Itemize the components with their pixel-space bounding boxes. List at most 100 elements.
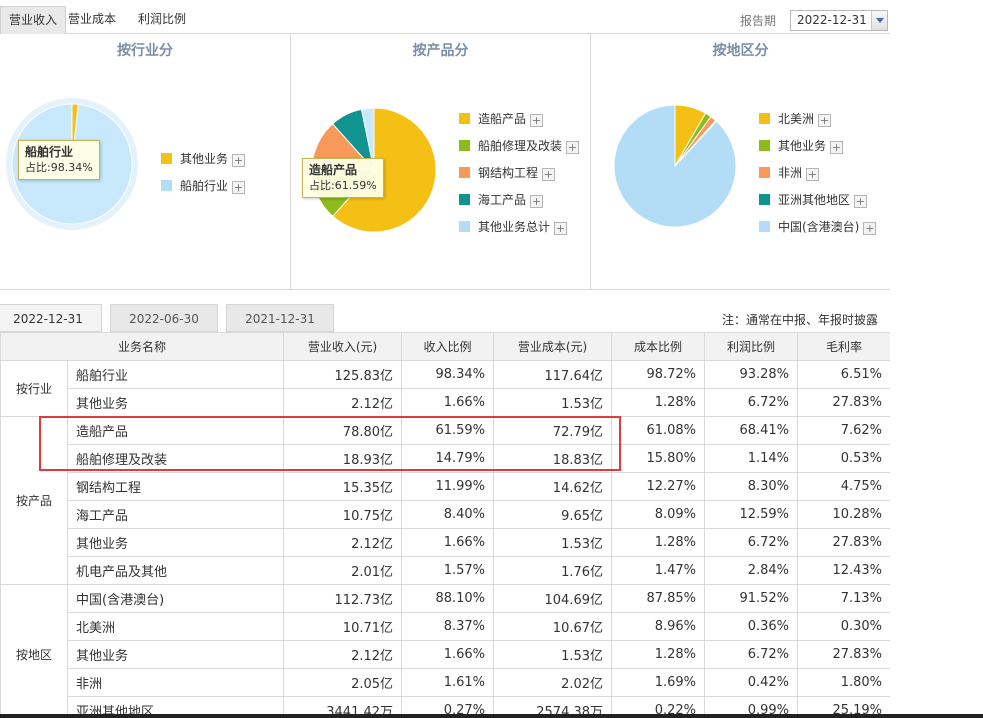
top-tab-bar: 营业收入 营业成本 利润比例 报告期 2022-12-31 [0, 0, 890, 34]
value-cell: 8.96% [611, 612, 706, 641]
tooltip-title: 船舶行业 [25, 145, 74, 159]
value-cell: 0.30% [797, 612, 892, 641]
business-name-cell: 造船产品 [66, 416, 285, 445]
business-name-cell: 非洲 [66, 668, 285, 697]
value-cell: 8.37% [401, 612, 495, 641]
legend-item[interactable]: 海工产品 + [459, 192, 579, 219]
plus-icon[interactable]: + [818, 114, 832, 127]
tab-cost[interactable]: 营业成本 [60, 6, 124, 34]
column-header: 营业收入(元) [283, 332, 403, 361]
pie-slice[interactable] [613, 104, 737, 228]
plus-icon[interactable]: + [830, 141, 844, 154]
legend-swatch [459, 113, 470, 124]
table-row: 北美洲 10.71亿 8.37% 10.67亿 8.96% 0.36% 0.30% [1, 612, 892, 641]
value-cell: 68.41% [704, 416, 799, 445]
value-cell: 1.47% [611, 556, 706, 585]
group-label: 按产品 [0, 416, 68, 585]
legend-item[interactable]: 亚洲其他地区 + [759, 192, 876, 219]
value-cell: 27.83% [797, 388, 892, 417]
plus-icon[interactable]: + [232, 181, 246, 194]
value-cell: 1.53亿 [493, 388, 613, 417]
date-tab-2022-12-31[interactable]: 2022-12-31 [0, 304, 102, 332]
value-cell: 2.12亿 [283, 528, 403, 557]
region-pie-chart[interactable] [613, 104, 737, 228]
plus-icon[interactable]: + [232, 154, 246, 167]
legend-item[interactable]: 中国(含港澳台) + [759, 219, 877, 246]
table-row: 钢结构工程 15.35亿 11.99% 14.62亿 12.27% 8.30% 4.75% [1, 472, 892, 501]
value-cell: 11.99% [401, 472, 495, 501]
value-cell: 10.67亿 [493, 612, 613, 641]
legend-item[interactable]: 北美洲 + [759, 111, 876, 138]
legend-swatch [759, 113, 770, 124]
table-row: 船舶修理及改装 18.93亿 14.79% 18.83亿 15.80% 1.14% 0.53… [1, 444, 892, 473]
product-legend: 造船产品 + 船舶修理及改装 + 钢结构工程 + 海工产品 + 其他业务总计 + [459, 111, 580, 246]
value-cell: 91.52% [704, 584, 799, 613]
value-cell: 1.61% [401, 668, 495, 697]
legend-label: 中国(含港澳台) [778, 220, 860, 234]
disclosure-note: 注：通常在中报、年报时披露 [722, 313, 879, 327]
date-tab-bar: 2022-12-31 2022-06-30 2021-12-31 注：通常在中报… [0, 304, 890, 332]
legend-item[interactable]: 钢结构工程 + [459, 165, 579, 192]
value-cell: 27.83% [797, 528, 892, 557]
value-cell: 2.02亿 [493, 668, 613, 697]
chevron-down-icon[interactable] [871, 11, 887, 30]
table-row: 其他业务 2.12亿 1.66% 1.53亿 1.28% 6.72% 27.83% [1, 528, 892, 557]
plus-icon[interactable]: + [530, 195, 544, 208]
panel-by-region: 按地区分 北美洲 + 其他业务 + 非洲 + 亚洲其他地区 + 中国(含港澳台) + [591, 34, 890, 290]
value-cell: 0.36% [704, 612, 799, 641]
plus-icon[interactable]: + [863, 222, 877, 235]
tab-revenue[interactable]: 营业收入 [0, 6, 67, 34]
table-row: 海工产品 10.75亿 8.40% 9.65亿 8.09% 12.59% 10.28% [1, 500, 892, 529]
business-name-cell: 北美洲 [66, 612, 285, 641]
legend-swatch [459, 167, 470, 178]
date-tab-2022-06-30[interactable]: 2022-06-30 [110, 304, 218, 332]
value-cell: 10.75亿 [283, 500, 403, 529]
value-cell: 0.53% [797, 444, 892, 473]
value-cell: 4.75% [797, 472, 892, 501]
value-cell: 2.01亿 [283, 556, 403, 585]
legend-swatch [459, 140, 470, 151]
column-header: 成本比例 [611, 332, 706, 361]
plus-icon[interactable]: + [854, 195, 868, 208]
panel-title: 按产品分 [412, 43, 469, 59]
legend-item[interactable]: 非洲 + [759, 165, 876, 192]
panel-by-industry: 按行业分 船舶行业 占比:98.34% 其他业务 + 船舶行业 + [0, 34, 291, 290]
table-row: 按行业 船舶行业 125.83亿 98.34% 117.64亿 98.72% 93.28% 6… [0, 360, 892, 417]
plus-icon[interactable]: + [806, 168, 820, 181]
plus-icon[interactable]: + [554, 222, 568, 235]
value-cell: 0.42% [704, 668, 799, 697]
legend-item[interactable]: 船舶行业 + [161, 178, 246, 205]
legend-swatch [759, 221, 770, 232]
report-period-select[interactable]: 2022-12-31 [790, 10, 888, 31]
legend-label: 造船产品 [478, 112, 527, 126]
value-cell: 15.80% [611, 444, 706, 473]
value-cell: 18.83亿 [493, 444, 613, 473]
table-row: 其他业务 2.12亿 1.66% 1.53亿 1.28% 6.72% 27.83% [1, 388, 892, 417]
column-header: 业务名称 [0, 332, 285, 361]
value-cell: 72.79亿 [493, 416, 613, 445]
pie-tooltip: 船舶行业 占比:98.34% [18, 140, 100, 180]
table-row: 按产品 造船产品 78.80亿 61.59% 72.79亿 61.08% 68.41% 7.6… [0, 416, 892, 585]
revenue-breakdown-table: 业务名称 营业收入(元) 收入比例 营业成本(元) 成本比例 利润比例 毛利率 … [0, 332, 892, 718]
legend-item[interactable]: 其他业务 + [759, 138, 876, 165]
value-cell: 12.59% [704, 500, 799, 529]
value-cell: 7.13% [797, 584, 892, 613]
value-cell: 6.51% [797, 360, 892, 389]
value-cell: 117.64亿 [493, 360, 613, 389]
legend-label: 其他业务 [778, 139, 827, 153]
legend-item[interactable]: 船舶修理及改装 + [459, 138, 580, 165]
legend-item[interactable]: 造船产品 + [459, 111, 579, 138]
column-header: 利润比例 [704, 332, 799, 361]
tab-profit-ratio[interactable]: 利润比例 [130, 6, 194, 34]
value-cell: 98.34% [401, 360, 495, 389]
plus-icon[interactable]: + [542, 168, 556, 181]
date-tab-2021-12-31[interactable]: 2021-12-31 [226, 304, 334, 332]
legend-item[interactable]: 其他业务总计 + [459, 219, 579, 246]
legend-item[interactable]: 其他业务 + [161, 151, 246, 178]
value-cell: 2.84% [704, 556, 799, 585]
plus-icon[interactable]: + [530, 114, 544, 127]
legend-label: 钢结构工程 [478, 166, 539, 180]
value-cell: 1.14% [704, 444, 799, 473]
column-header: 营业成本(元) [493, 332, 613, 361]
plus-icon[interactable]: + [566, 141, 580, 154]
